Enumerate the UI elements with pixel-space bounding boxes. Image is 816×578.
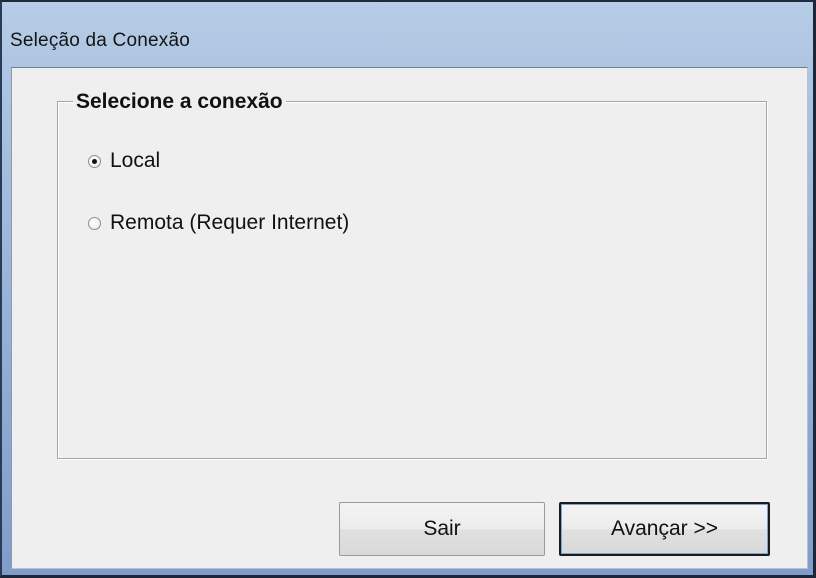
next-button[interactable]: Avançar >> [559,502,770,556]
radio-button-remote[interactable] [88,216,101,230]
connection-dialog: Seleção da Conexão Selecione a conexão L… [0,0,816,578]
radio-option-local[interactable]: Local [88,149,160,173]
dialog-client-area: Selecione a conexão Local Remota (Requer… [11,67,808,569]
radio-selected-dot [92,158,97,164]
groupbox-label: Selecione a conexão [73,91,286,113]
radio-label-remote: Remota (Requer Internet) [110,211,350,234]
radio-button-local[interactable] [88,154,101,168]
connection-groupbox: Selecione a conexão Local Remota (Requer… [57,91,767,459]
exit-button[interactable]: Sair [339,502,545,556]
window-title: Seleção da Conexão [10,30,191,51]
radio-label-local: Local [110,149,161,172]
radio-option-remote[interactable]: Remota (Requer Internet) [88,211,349,235]
